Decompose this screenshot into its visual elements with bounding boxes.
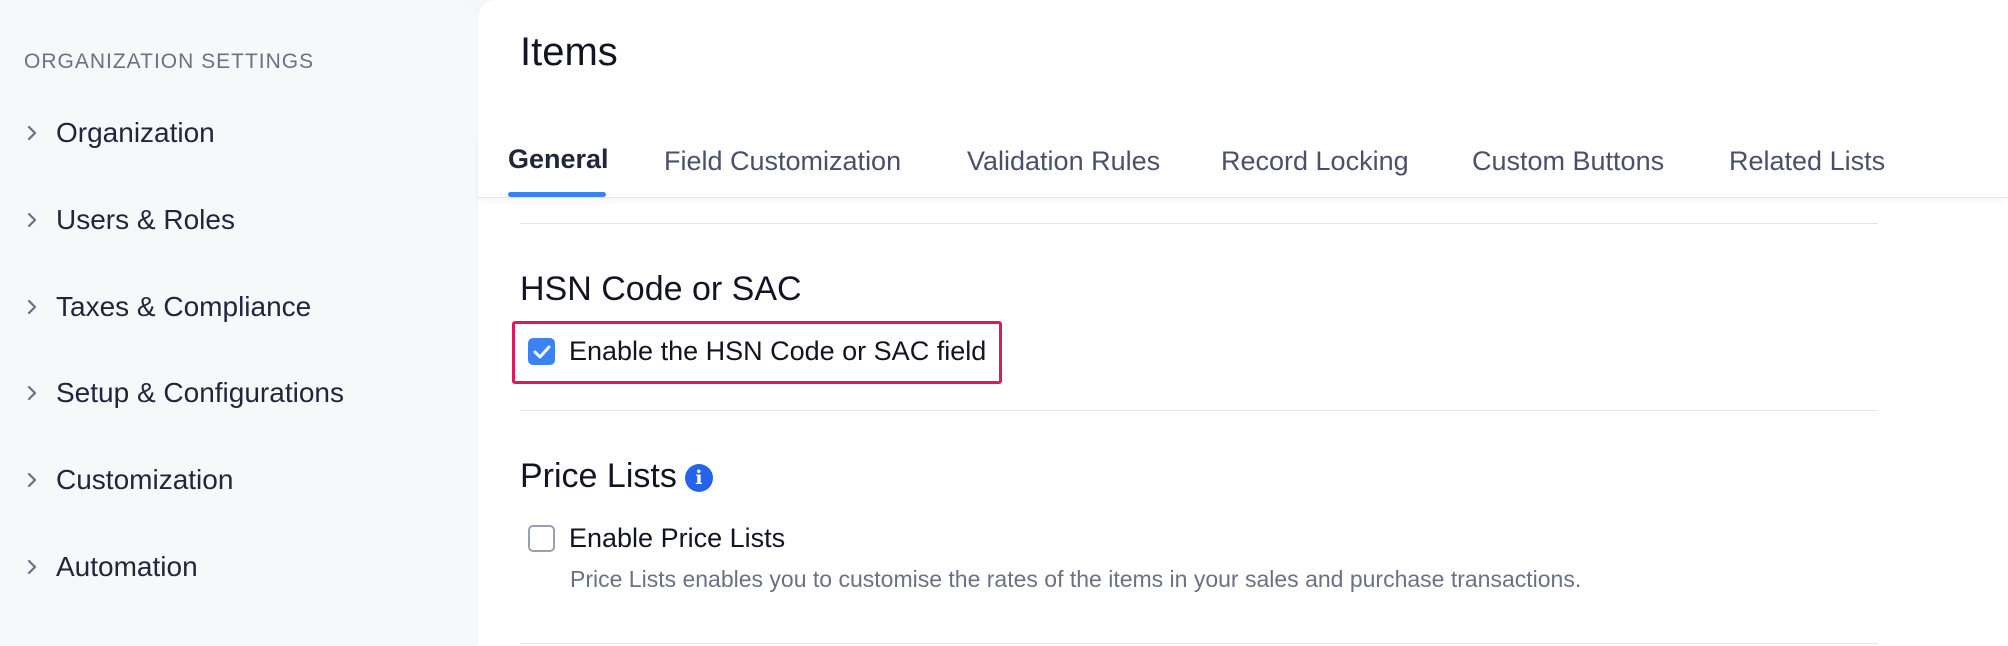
sidebar-item-setup-configurations[interactable]: Setup & Configurations <box>22 373 452 413</box>
main-panel: Items General Field Customization Valida… <box>478 0 2008 646</box>
settings-sidebar: ORGANIZATION SETTINGS Organization Users… <box>0 0 476 646</box>
section-divider <box>520 223 1878 224</box>
sidebar-item-taxes-compliance[interactable]: Taxes & Compliance <box>22 287 452 327</box>
price-lists-title-text: Price Lists <box>520 457 677 495</box>
sidebar-item-label: Automation <box>56 551 198 582</box>
hsn-checkbox[interactable] <box>528 338 555 365</box>
tab-bar: General Field Customization Validation R… <box>478 136 2008 198</box>
price-lists-section-title: Price Lists i <box>520 457 713 496</box>
checkmark-icon <box>533 345 550 358</box>
active-tab-indicator <box>508 192 606 197</box>
price-lists-checkbox-row[interactable]: Enable Price Lists <box>528 523 785 554</box>
sidebar-item-label: Customization <box>56 464 234 495</box>
hsn-section-title: HSN Code or SAC <box>520 270 802 309</box>
tab-related-lists[interactable]: Related Lists <box>1729 146 1885 177</box>
sidebar-heading: ORGANIZATION SETTINGS <box>24 50 315 73</box>
price-lists-checkbox[interactable] <box>528 525 555 552</box>
tab-field-customization[interactable]: Field Customization <box>664 146 901 177</box>
sidebar-item-organization[interactable]: Organization <box>22 113 452 153</box>
sidebar-item-customization[interactable]: Customization <box>22 460 452 500</box>
hsn-checkbox-row[interactable]: Enable the HSN Code or SAC field <box>528 336 986 367</box>
section-divider <box>520 643 1878 644</box>
price-lists-helper-text: Price Lists enables you to customise the… <box>570 566 1582 592</box>
tab-custom-buttons[interactable]: Custom Buttons <box>1472 146 1664 177</box>
tab-validation-rules[interactable]: Validation Rules <box>967 146 1160 177</box>
sidebar-item-automation[interactable]: Automation <box>22 547 452 587</box>
hsn-section-title-text: HSN Code or SAC <box>520 270 802 308</box>
chevron-right-icon <box>22 383 42 403</box>
sidebar-item-label: Users & Roles <box>56 204 235 235</box>
app-window: ORGANIZATION SETTINGS Organization Users… <box>0 0 2008 646</box>
sidebar-item-label: Taxes & Compliance <box>56 291 312 322</box>
chevron-right-icon <box>22 123 42 143</box>
tab-general[interactable]: General <box>508 144 609 175</box>
chevron-right-icon <box>22 297 42 317</box>
hsn-checkbox-label: Enable the HSN Code or SAC field <box>569 336 987 366</box>
chevron-right-icon <box>22 470 42 490</box>
page-title: Items <box>520 30 618 74</box>
section-divider <box>520 410 1878 411</box>
chevron-right-icon <box>22 557 42 577</box>
info-icon[interactable]: i <box>684 463 713 492</box>
sidebar-item-label: Organization <box>56 117 215 148</box>
price-lists-checkbox-label: Enable Price Lists <box>569 523 786 553</box>
tab-record-locking[interactable]: Record Locking <box>1221 146 1409 177</box>
sidebar-item-label: Setup & Configurations <box>56 377 344 408</box>
chevron-right-icon <box>22 210 42 230</box>
sidebar-item-users-roles[interactable]: Users & Roles <box>22 200 452 240</box>
